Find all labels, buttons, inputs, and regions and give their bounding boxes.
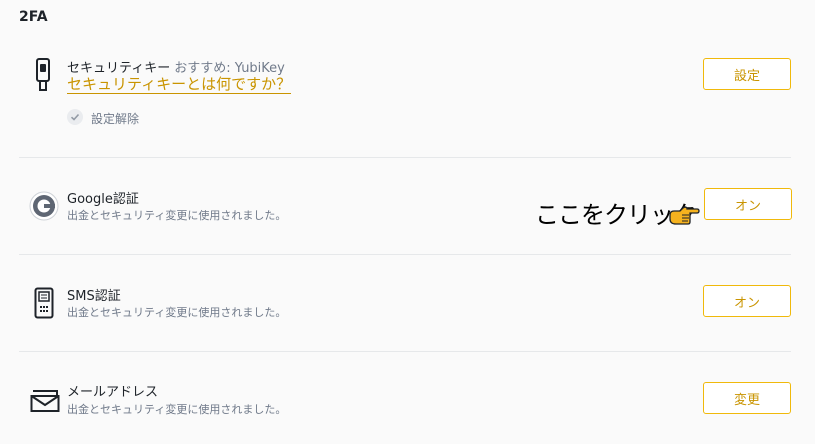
usb-key-icon xyxy=(35,58,51,96)
google-authenticator-icon xyxy=(29,191,59,225)
sms-auth-desc: 出金とセキュリティ変更に使用されました。 xyxy=(67,306,287,319)
sms-auth-on-button[interactable]: オン xyxy=(703,285,791,317)
divider xyxy=(19,254,791,255)
divider xyxy=(19,157,791,158)
email-title: メールアドレス xyxy=(67,385,159,400)
pointing-hand-icon xyxy=(668,202,700,230)
envelope-icon xyxy=(30,389,60,417)
google-auth-title: Google認証 xyxy=(67,192,139,207)
email-desc: 出金とセキュリティ変更に使用されました。 xyxy=(67,403,287,416)
security-key-status: 設定解除 xyxy=(67,109,139,128)
security-key-setup-button[interactable]: 設定 xyxy=(703,58,791,90)
sms-auth-title: SMS認証 xyxy=(67,289,121,304)
google-auth-on-button[interactable]: オン xyxy=(704,188,792,220)
security-key-recommend: おすすめ: YubiKey xyxy=(174,61,285,76)
check-circle-icon xyxy=(67,109,83,128)
google-auth-desc: 出金とセキュリティ変更に使用されました。 xyxy=(67,209,287,222)
email-change-button[interactable]: 変更 xyxy=(703,382,791,414)
security-key-title: セキュリティキー おすすめ: YubiKey xyxy=(67,57,285,76)
security-key-status-label: 設定解除 xyxy=(91,112,140,126)
security-key-help-link[interactable]: セキュリティキーとは何ですか？ xyxy=(67,75,292,94)
divider xyxy=(19,351,791,352)
section-title: 2FA xyxy=(19,9,48,25)
security-key-label: セキュリティキー xyxy=(67,61,171,76)
phone-sms-icon xyxy=(34,287,54,323)
